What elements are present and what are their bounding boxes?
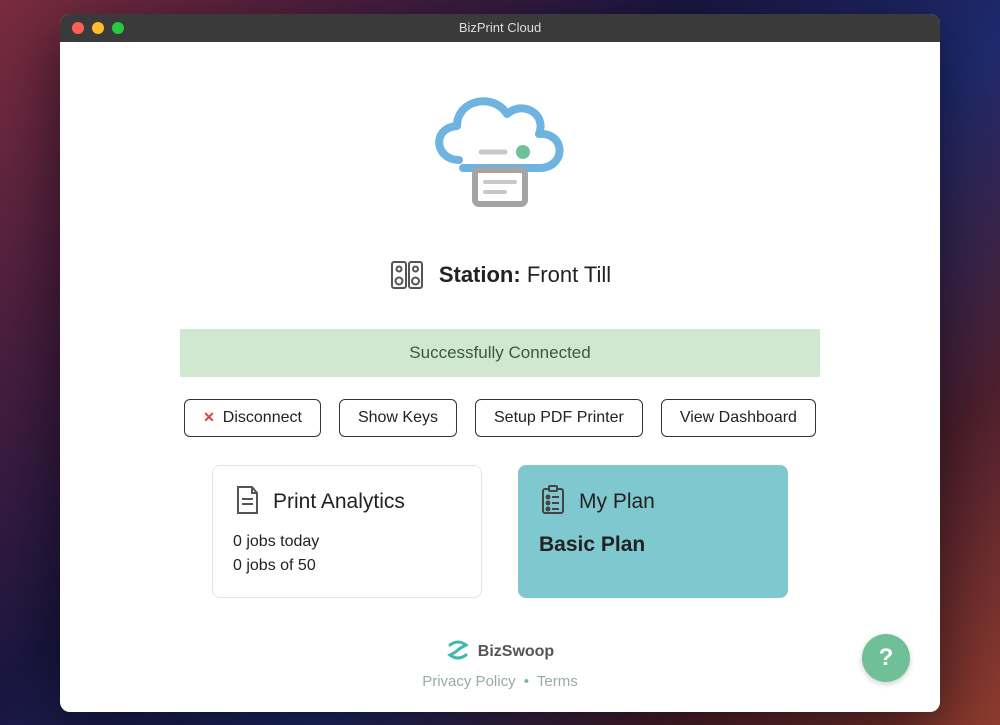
close-x-icon: ✕ — [203, 409, 215, 426]
disconnect-button[interactable]: ✕ Disconnect — [184, 399, 321, 437]
action-button-row: ✕ Disconnect Show Keys Setup PDF Printer… — [184, 399, 816, 437]
cloud-printer-logo-icon — [415, 70, 585, 245]
station-label: Station: — [439, 262, 521, 287]
station-icon — [389, 257, 425, 293]
window-close-button[interactable] — [72, 22, 84, 34]
setup-pdf-printer-button[interactable]: Setup PDF Printer — [475, 399, 643, 437]
content-area: Station: Front Till Successfully Connect… — [60, 42, 940, 712]
disconnect-button-label: Disconnect — [223, 409, 302, 427]
footer-links: Privacy Policy • Terms — [422, 673, 578, 690]
show-keys-button-label: Show Keys — [358, 409, 438, 427]
station-row: Station: Front Till — [389, 257, 611, 293]
station-name: Front Till — [527, 262, 611, 287]
analytics-card-title: Print Analytics — [273, 490, 405, 514]
window-maximize-button[interactable] — [112, 22, 124, 34]
analytics-jobs-today: 0 jobs today — [233, 533, 461, 551]
titlebar: BizPrint Cloud — [60, 14, 940, 42]
connection-status-banner: Successfully Connected — [180, 329, 820, 377]
document-icon — [233, 484, 261, 521]
show-keys-button[interactable]: Show Keys — [339, 399, 457, 437]
footer-brand: BizSwoop — [422, 638, 578, 667]
window-title: BizPrint Cloud — [60, 20, 940, 35]
analytics-jobs-quota: 0 jobs of 50 — [233, 557, 461, 575]
terms-link[interactable]: Terms — [537, 673, 578, 690]
my-plan-card[interactable]: My Plan Basic Plan — [518, 465, 788, 598]
checklist-icon — [539, 484, 567, 521]
footer-brand-name: BizSwoop — [478, 643, 554, 661]
footer: BizSwoop Privacy Policy • Terms — [422, 638, 578, 690]
connection-status-text: Successfully Connected — [409, 343, 590, 362]
cards-row: Print Analytics 0 jobs today 0 jobs of 5… — [212, 465, 788, 598]
plan-card-title: My Plan — [579, 490, 655, 514]
print-analytics-card: Print Analytics 0 jobs today 0 jobs of 5… — [212, 465, 482, 598]
traffic-lights — [60, 22, 124, 34]
privacy-policy-link[interactable]: Privacy Policy — [422, 673, 515, 690]
plan-name: Basic Plan — [539, 533, 767, 557]
setup-pdf-printer-button-label: Setup PDF Printer — [494, 409, 624, 427]
bizswoop-logo-icon — [446, 638, 470, 667]
help-button[interactable]: ? — [862, 634, 910, 682]
window-minimize-button[interactable] — [92, 22, 104, 34]
view-dashboard-button-label: View Dashboard — [680, 409, 797, 427]
station-text: Station: Front Till — [439, 262, 611, 288]
view-dashboard-button[interactable]: View Dashboard — [661, 399, 816, 437]
footer-separator: • — [524, 673, 529, 690]
app-window: BizPrint Cloud — [60, 14, 940, 712]
help-icon: ? — [879, 644, 894, 672]
